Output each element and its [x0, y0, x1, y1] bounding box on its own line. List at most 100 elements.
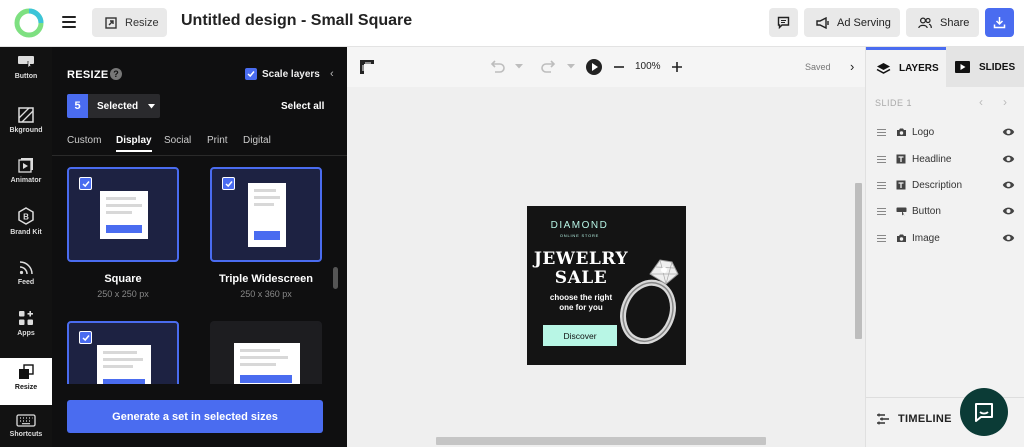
undo-dropdown-icon[interactable]	[515, 64, 523, 69]
drag-handle-icon[interactable]	[877, 129, 886, 136]
expand-panel-icon[interactable]: ›	[850, 59, 854, 74]
tab-digital[interactable]: Digital	[243, 135, 271, 146]
rail-item-feed[interactable]: Feed	[0, 260, 52, 300]
chat-icon	[975, 403, 993, 422]
eye-icon[interactable]	[1002, 127, 1015, 137]
checkmark-icon	[247, 71, 255, 78]
eye-icon[interactable]	[1002, 180, 1015, 190]
size-card-triple-widescreen[interactable]	[210, 167, 322, 262]
megaphone-icon	[816, 16, 829, 29]
support-chat-button[interactable]	[960, 388, 1008, 436]
ruler-icon[interactable]	[359, 59, 375, 75]
layers-icon	[876, 62, 891, 74]
ad-serving-label: Ad Serving	[837, 16, 891, 29]
layer-row-button[interactable]: Button	[866, 202, 1024, 222]
apps-icon	[19, 311, 33, 325]
undo-icon[interactable]	[489, 59, 507, 73]
users-icon	[918, 16, 932, 28]
resize-panel: RESIZE ? Scale layers ‹ 5 Selected Selec…	[52, 47, 347, 447]
menu-icon[interactable]	[62, 15, 76, 29]
size-card-name: Triple Widescreen	[218, 273, 314, 285]
layer-row-image[interactable]: Image	[866, 229, 1024, 249]
eye-icon[interactable]	[1002, 206, 1015, 216]
design-headline[interactable]: JEWELRY SALE	[527, 250, 635, 288]
card-checkbox[interactable]	[79, 177, 92, 190]
download-button[interactable]	[985, 8, 1014, 37]
collapse-panel-icon[interactable]: ‹	[330, 68, 334, 80]
size-preview	[100, 191, 148, 239]
resize-button[interactable]: Resize	[92, 8, 167, 37]
button-icon	[18, 56, 34, 69]
keyboard-icon	[16, 414, 36, 427]
redo-icon[interactable]	[539, 59, 557, 73]
panel-scrollbar[interactable]	[333, 267, 338, 289]
tab-layers[interactable]: LAYERS	[866, 47, 946, 87]
select-all-link[interactable]: Select all	[281, 101, 324, 112]
document-title[interactable]: Untitled design - Small Square	[181, 12, 412, 30]
animator-icon	[18, 158, 33, 173]
rail-item-shortcuts[interactable]: Shortcuts	[0, 414, 52, 447]
canvas-horizontal-scrollbar[interactable]	[436, 437, 766, 445]
app-logo-icon[interactable]	[14, 8, 44, 38]
eye-icon[interactable]	[1002, 233, 1015, 243]
comments-button[interactable]	[769, 8, 798, 37]
tab-slides[interactable]: SLIDES	[946, 47, 1024, 87]
previous-slide-icon[interactable]: ‹	[979, 95, 983, 109]
tab-display[interactable]: Display	[116, 135, 152, 152]
design-artboard[interactable]: DIAMOND ONLINE STORE JEWELRY SALE choose…	[527, 206, 686, 365]
design-description[interactable]: choose the right one for you	[527, 293, 635, 313]
rail-item-background[interactable]: Bkground	[0, 107, 52, 147]
layer-row-logo[interactable]: Logo	[866, 123, 1024, 143]
ring-image[interactable]	[620, 252, 686, 344]
size-card-square[interactable]	[67, 167, 179, 262]
card-checkbox[interactable]	[222, 177, 235, 190]
rail-item-apps[interactable]: Apps	[0, 310, 52, 350]
rail-item-resize[interactable]: Resize	[0, 358, 52, 405]
scale-layers-checkbox[interactable]	[245, 68, 257, 80]
redo-dropdown-icon[interactable]	[567, 64, 575, 69]
top-bar: Resize Untitled design - Small Square Ad…	[0, 0, 1024, 47]
canvas-vertical-scrollbar[interactable]	[855, 183, 862, 339]
download-icon	[993, 17, 1006, 29]
ad-serving-button[interactable]: Ad Serving	[804, 8, 900, 37]
selected-dropdown[interactable]: Selected	[88, 94, 160, 118]
share-button[interactable]: Share	[906, 8, 979, 37]
rail-item-brand-kit[interactable]: B Brand Kit	[0, 207, 52, 247]
help-icon[interactable]: ?	[110, 68, 122, 80]
generate-sizes-button[interactable]: Generate a set in selected sizes	[67, 400, 323, 433]
layer-row-description[interactable]: Description	[866, 176, 1024, 196]
next-slide-icon[interactable]: ›	[1003, 95, 1007, 109]
scale-layers-label[interactable]: Scale layers	[262, 69, 320, 80]
zoom-in-icon[interactable]	[671, 61, 683, 73]
drag-handle-icon[interactable]	[877, 235, 886, 242]
design-logo-text[interactable]: DIAMOND	[527, 220, 632, 231]
tab-print[interactable]: Print	[207, 135, 228, 146]
layer-row-headline[interactable]: Headline	[866, 150, 1024, 170]
slides-icon	[955, 61, 970, 73]
background-icon	[18, 107, 34, 123]
checkmark-icon	[81, 334, 90, 341]
resize-icon	[19, 364, 34, 379]
play-icon[interactable]	[585, 58, 603, 76]
card-checkbox[interactable]	[79, 331, 92, 344]
rail-item-animator[interactable]: Animator	[0, 157, 52, 197]
tool-rail: Button Bkground Animator B Brand Kit Fee…	[0, 47, 52, 447]
drag-handle-icon[interactable]	[877, 182, 886, 189]
tab-social[interactable]: Social	[164, 135, 191, 146]
zoom-level[interactable]: 100%	[635, 61, 661, 72]
eye-icon[interactable]	[1002, 154, 1015, 164]
button-icon	[896, 207, 907, 216]
drag-handle-icon[interactable]	[877, 156, 886, 163]
caret-down-icon	[148, 103, 156, 108]
rail-item-button[interactable]: Button	[0, 55, 52, 95]
slide-label: SLIDE 1	[875, 98, 913, 108]
layers-panel: LAYERS SLIDES SLIDE 1 ‹ › Logo Headline …	[865, 47, 1024, 447]
resize-button-label: Resize	[125, 16, 159, 29]
drag-handle-icon[interactable]	[877, 208, 886, 215]
canvas-area: 100% Saved › DIAMOND ONLINE STORE JEWELR…	[347, 47, 865, 447]
design-button[interactable]: Discover	[543, 325, 617, 346]
design-logo-subtext[interactable]: ONLINE STORE	[527, 233, 632, 238]
zoom-out-icon[interactable]	[613, 61, 625, 73]
timeline-toggle[interactable]: TIMELINE	[876, 413, 952, 425]
tab-custom[interactable]: Custom	[67, 135, 101, 146]
